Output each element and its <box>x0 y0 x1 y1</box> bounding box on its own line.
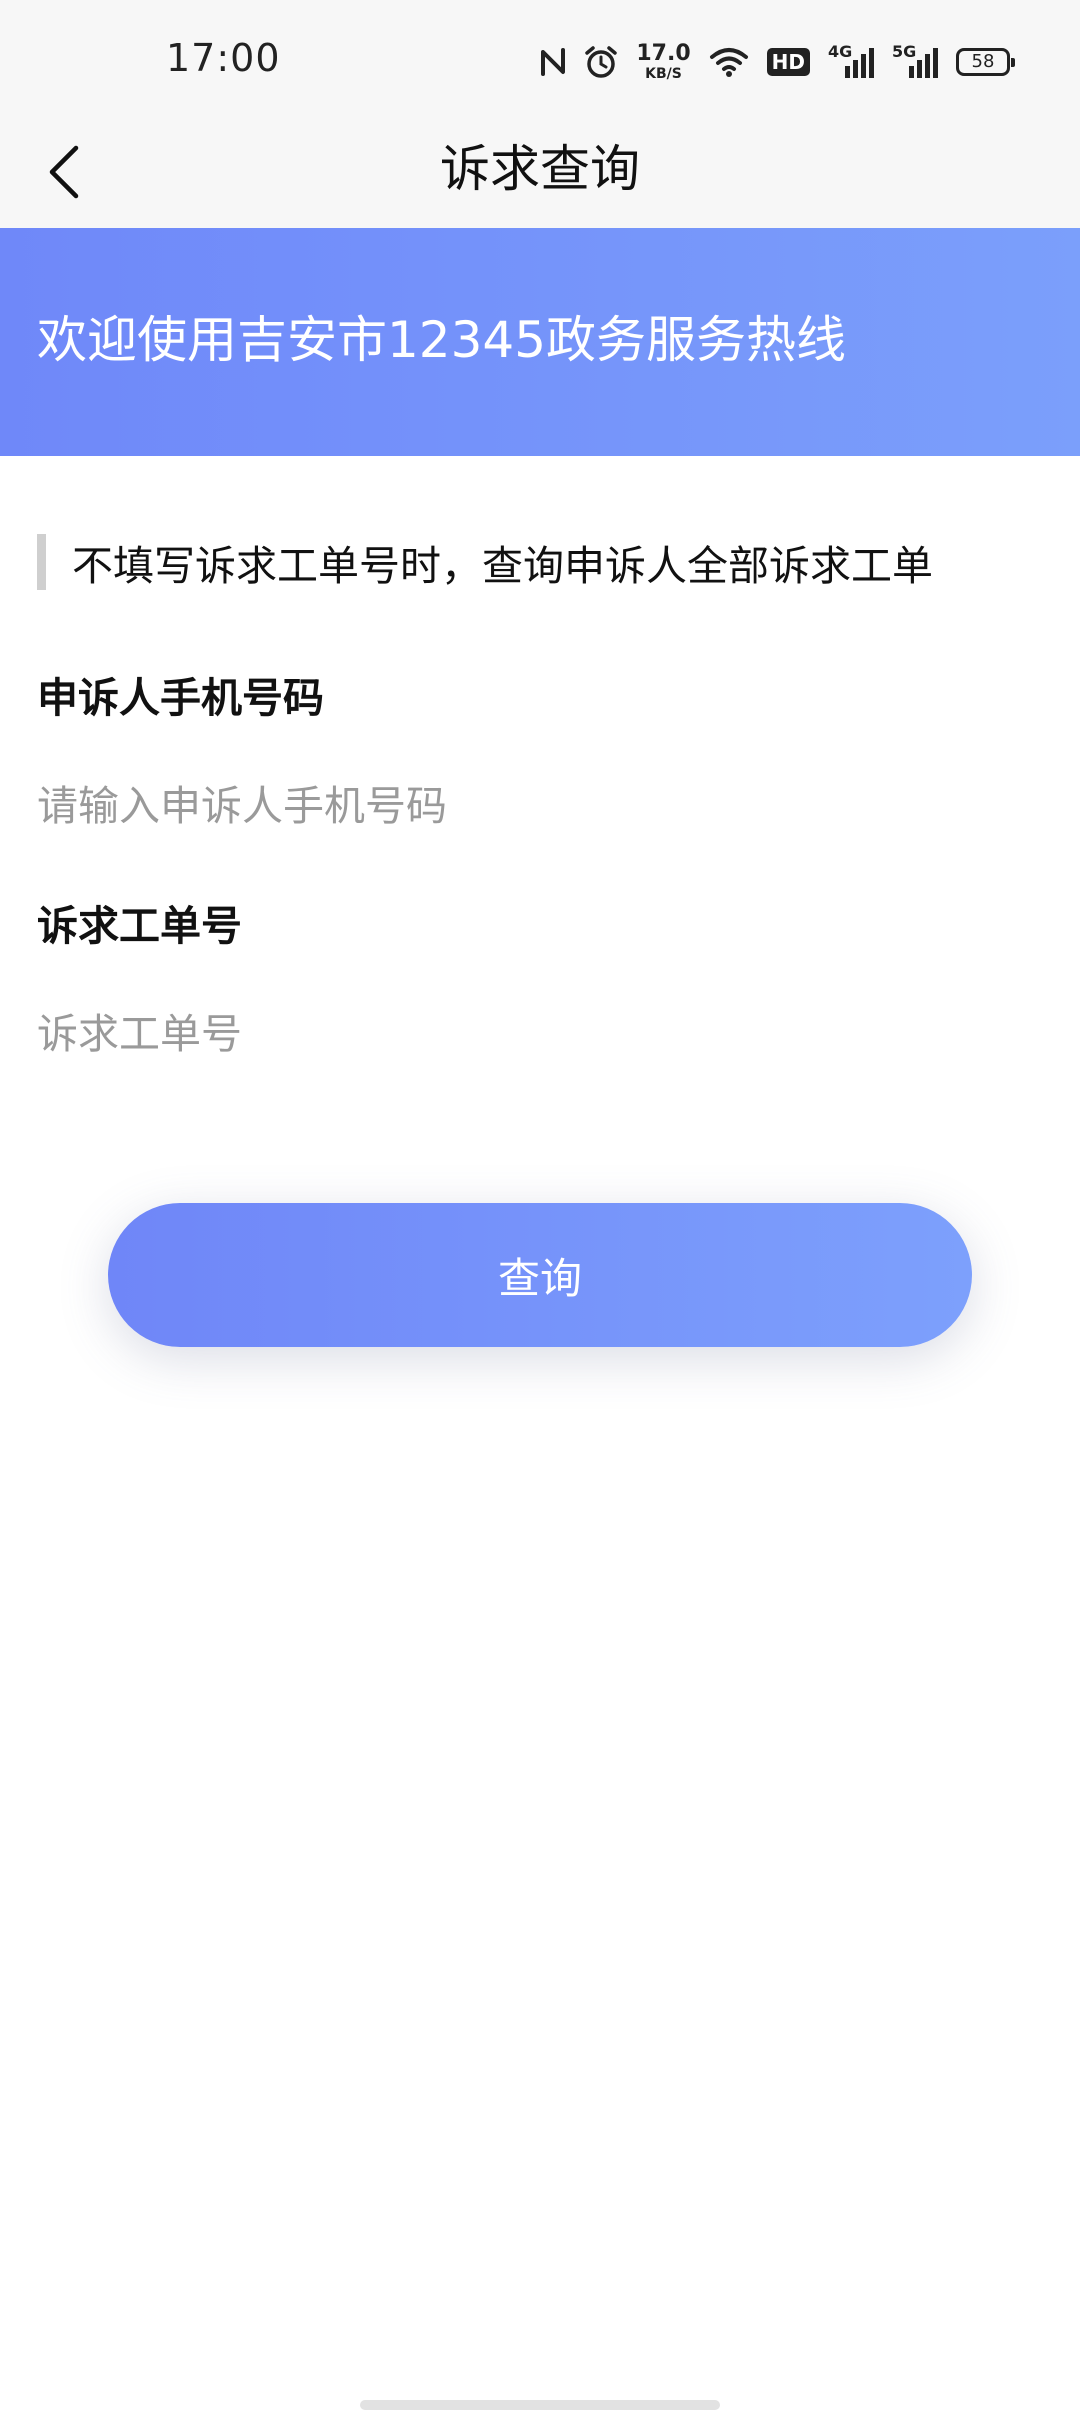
ticket-input[interactable] <box>37 994 1043 1074</box>
welcome-banner: 欢迎使用吉安市12345政务服务热线 <box>0 228 1080 456</box>
signal-icon: 4G <box>828 42 874 82</box>
notice-text: 不填写诉求工单号时，查询申诉人全部诉求工单 <box>72 542 933 590</box>
signal-icon: 5G <box>892 42 938 82</box>
page-title: 诉求查询 <box>440 140 640 198</box>
battery-icon: 58 <box>956 48 1015 76</box>
phone-label: 申诉人手机号码 <box>37 674 324 722</box>
notice: 不填写诉求工单号时，查询申诉人全部诉求工单 <box>37 534 933 590</box>
query-button[interactable]: 查询 <box>108 1203 972 1347</box>
banner-text: 欢迎使用吉安市12345政务服务热线 <box>37 311 847 369</box>
network-speed: 17.0 KB/S <box>636 41 691 82</box>
status-time: 17:00 <box>166 36 281 80</box>
alarm-icon <box>584 45 618 79</box>
wifi-icon <box>709 46 749 78</box>
home-indicator[interactable] <box>360 2400 720 2410</box>
nav-bar: 诉求查询 <box>0 118 1080 228</box>
status-icons: 17.0 KB/S HD 4G 5G 58 <box>540 36 1015 88</box>
ticket-label: 诉求工单号 <box>37 902 242 950</box>
notice-accent-bar <box>37 534 46 590</box>
nfc-icon <box>540 47 566 77</box>
status-bar: 17:00 17.0 KB/S HD 4G 5G 58 <box>0 0 1080 118</box>
phone-input[interactable] <box>37 766 1043 846</box>
hd-icon: HD <box>766 48 810 76</box>
